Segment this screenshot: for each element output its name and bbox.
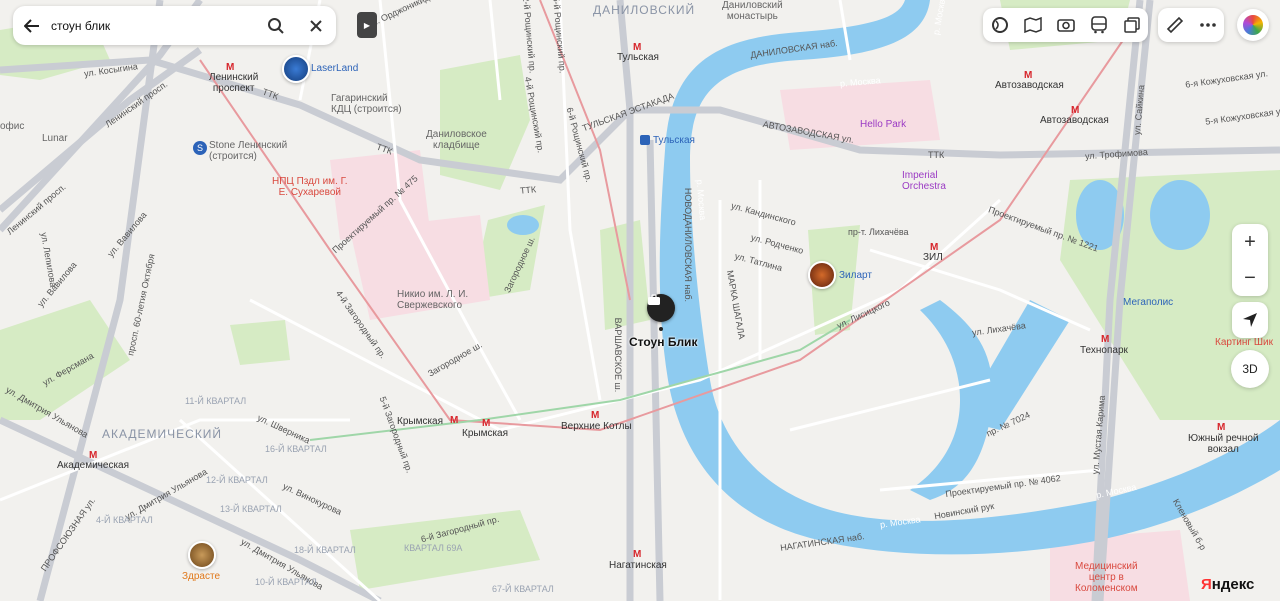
panorama-icon[interactable] [1016,8,1049,42]
map-canvas[interactable]: ДАНИЛОВСКИЙ АКАДЕМИЧЕСКИЙ M Тульская M Л… [0,0,1280,601]
camera-icon[interactable] [1049,8,1082,42]
zdraste-photo[interactable] [188,541,216,569]
metro-label[interactable]: Крымская [462,428,508,439]
street-label: ВАРШАВСКОЕ ш. [613,317,624,393]
metro-icon: M [633,549,642,560]
parks [0,0,1280,590]
poi-label[interactable]: Медицинский центр в Коломенском [1075,561,1138,594]
arrow-left-icon[interactable] [13,6,51,45]
quarter-label: КВАРТАЛ 69А [404,543,463,553]
poi-label: офис [0,121,25,132]
poi-label[interactable]: Даниловское кладбище [426,129,487,151]
zoom-controls: + − [1232,224,1268,296]
briefcase-icon [648,294,660,305]
metro-label[interactable]: Автозаводская [995,80,1064,91]
close-icon[interactable] [296,6,336,45]
poi-label[interactable]: Stone Ленинский (строится) [209,140,287,162]
quarter-label: 4-Й КВАРТАЛ [96,515,153,525]
poi-label[interactable]: Мегаполис [1123,297,1173,308]
3d-button[interactable]: 3D [1231,350,1269,388]
metro-label[interactable]: Академическая [57,460,129,471]
selected-place-pin[interactable] [647,294,675,322]
user-avatar[interactable] [1237,9,1269,41]
street-label: НОВОДАНИЛОВСКАЯ наб. [682,187,693,302]
s-icon: S [193,141,207,155]
mcd-label[interactable]: Тульская [640,135,695,146]
ruler-icon[interactable] [1158,8,1191,42]
yandex-logo: Яндекс [1201,576,1255,593]
street-label: пр-т. Лихачёва [848,227,909,237]
zoom-in-button[interactable]: + [1232,224,1268,260]
metro-label[interactable]: Автозаводская [1040,115,1109,126]
pin-dot [659,327,663,331]
metro-label[interactable]: Нагатинская [609,560,667,571]
quarter-label: 67-Й КВАРТАЛ [492,584,554,594]
poi-label[interactable]: Здрасте [182,571,220,582]
metro-icon: M [450,415,459,426]
poi-label[interactable]: Imperial Orchestra [902,170,946,192]
quarter-label: 18-Й КВАРТАЛ [294,545,356,555]
metro-label[interactable]: Южный речной вокзал [1188,433,1259,455]
laserland-photo[interactable] [282,55,310,83]
quarter-label: 12-Й КВАРТАЛ [206,475,268,485]
poi-label[interactable]: Никио им. Л. И. Свержевского [397,289,468,311]
district-label: ДАНИЛОВСКИЙ [593,3,696,17]
quarter-label: 16-Й КВАРТАЛ [265,444,327,454]
poi-label[interactable]: Lunar [42,133,68,144]
my-location-button[interactable] [1232,302,1268,338]
poi-label[interactable]: Даниловский монастырь [722,0,783,22]
map-toolbar [983,8,1148,42]
metro-label[interactable]: ЗИЛ [923,252,943,263]
collapse-panel-button[interactable]: ▶ [357,12,377,38]
map-toolbar-secondary [1158,8,1224,42]
layers-icon[interactable] [983,8,1016,42]
metro-icon: M [591,410,600,421]
pond-3 [507,215,539,235]
metro-icon: M [1101,334,1110,345]
metro-icon: M [1217,422,1226,433]
zilart-photo[interactable] [808,261,836,289]
street-label: ТТК [519,184,537,196]
metro-label[interactable]: Тульская [617,52,659,63]
map-layers-icon[interactable] [1115,8,1148,42]
search-icon[interactable] [256,6,296,45]
poi-label[interactable]: НПЦ Пздл им. Г. Е. Сухаревой [272,176,348,198]
mcd-icon [640,135,650,146]
quarter-label: 13-Й КВАРТАЛ [220,504,282,514]
pond-2 [1150,180,1210,250]
poi-label[interactable]: Зиларт [839,270,872,281]
more-icon[interactable] [1191,8,1224,42]
search-input[interactable]: стоун блик [51,19,256,33]
selected-place-label[interactable]: Стоун Блик [629,335,697,349]
metro-label[interactable]: Верхние Котлы [561,421,632,432]
poi-label[interactable]: Hello Park [860,119,906,130]
poi-label[interactable]: LaserLand [311,63,358,74]
river-label: р. Москва [694,179,709,221]
street-label: ТТК [928,150,945,160]
district-label: АКАДЕМИЧЕСКИЙ [102,427,223,441]
search-box[interactable]: стоун блик [13,6,336,45]
quarter-label: 11-Й КВАРТАЛ [185,396,247,406]
metro-label[interactable]: Технопарк [1080,345,1128,356]
map-background [0,0,1280,601]
poi-label[interactable]: Картинг Шик [1215,337,1273,348]
metro-label[interactable]: Крымская [397,416,443,427]
metro-label[interactable]: Ленинский проспект [209,72,258,94]
bus-icon[interactable] [1082,8,1115,42]
zoom-out-button[interactable]: − [1232,260,1268,296]
poi-label[interactable]: Гагаринский КДЦ (строится) [331,93,402,115]
quarter-label: 10-Й КВАРТАЛ [255,577,317,587]
location-arrow-icon [1243,313,1257,327]
